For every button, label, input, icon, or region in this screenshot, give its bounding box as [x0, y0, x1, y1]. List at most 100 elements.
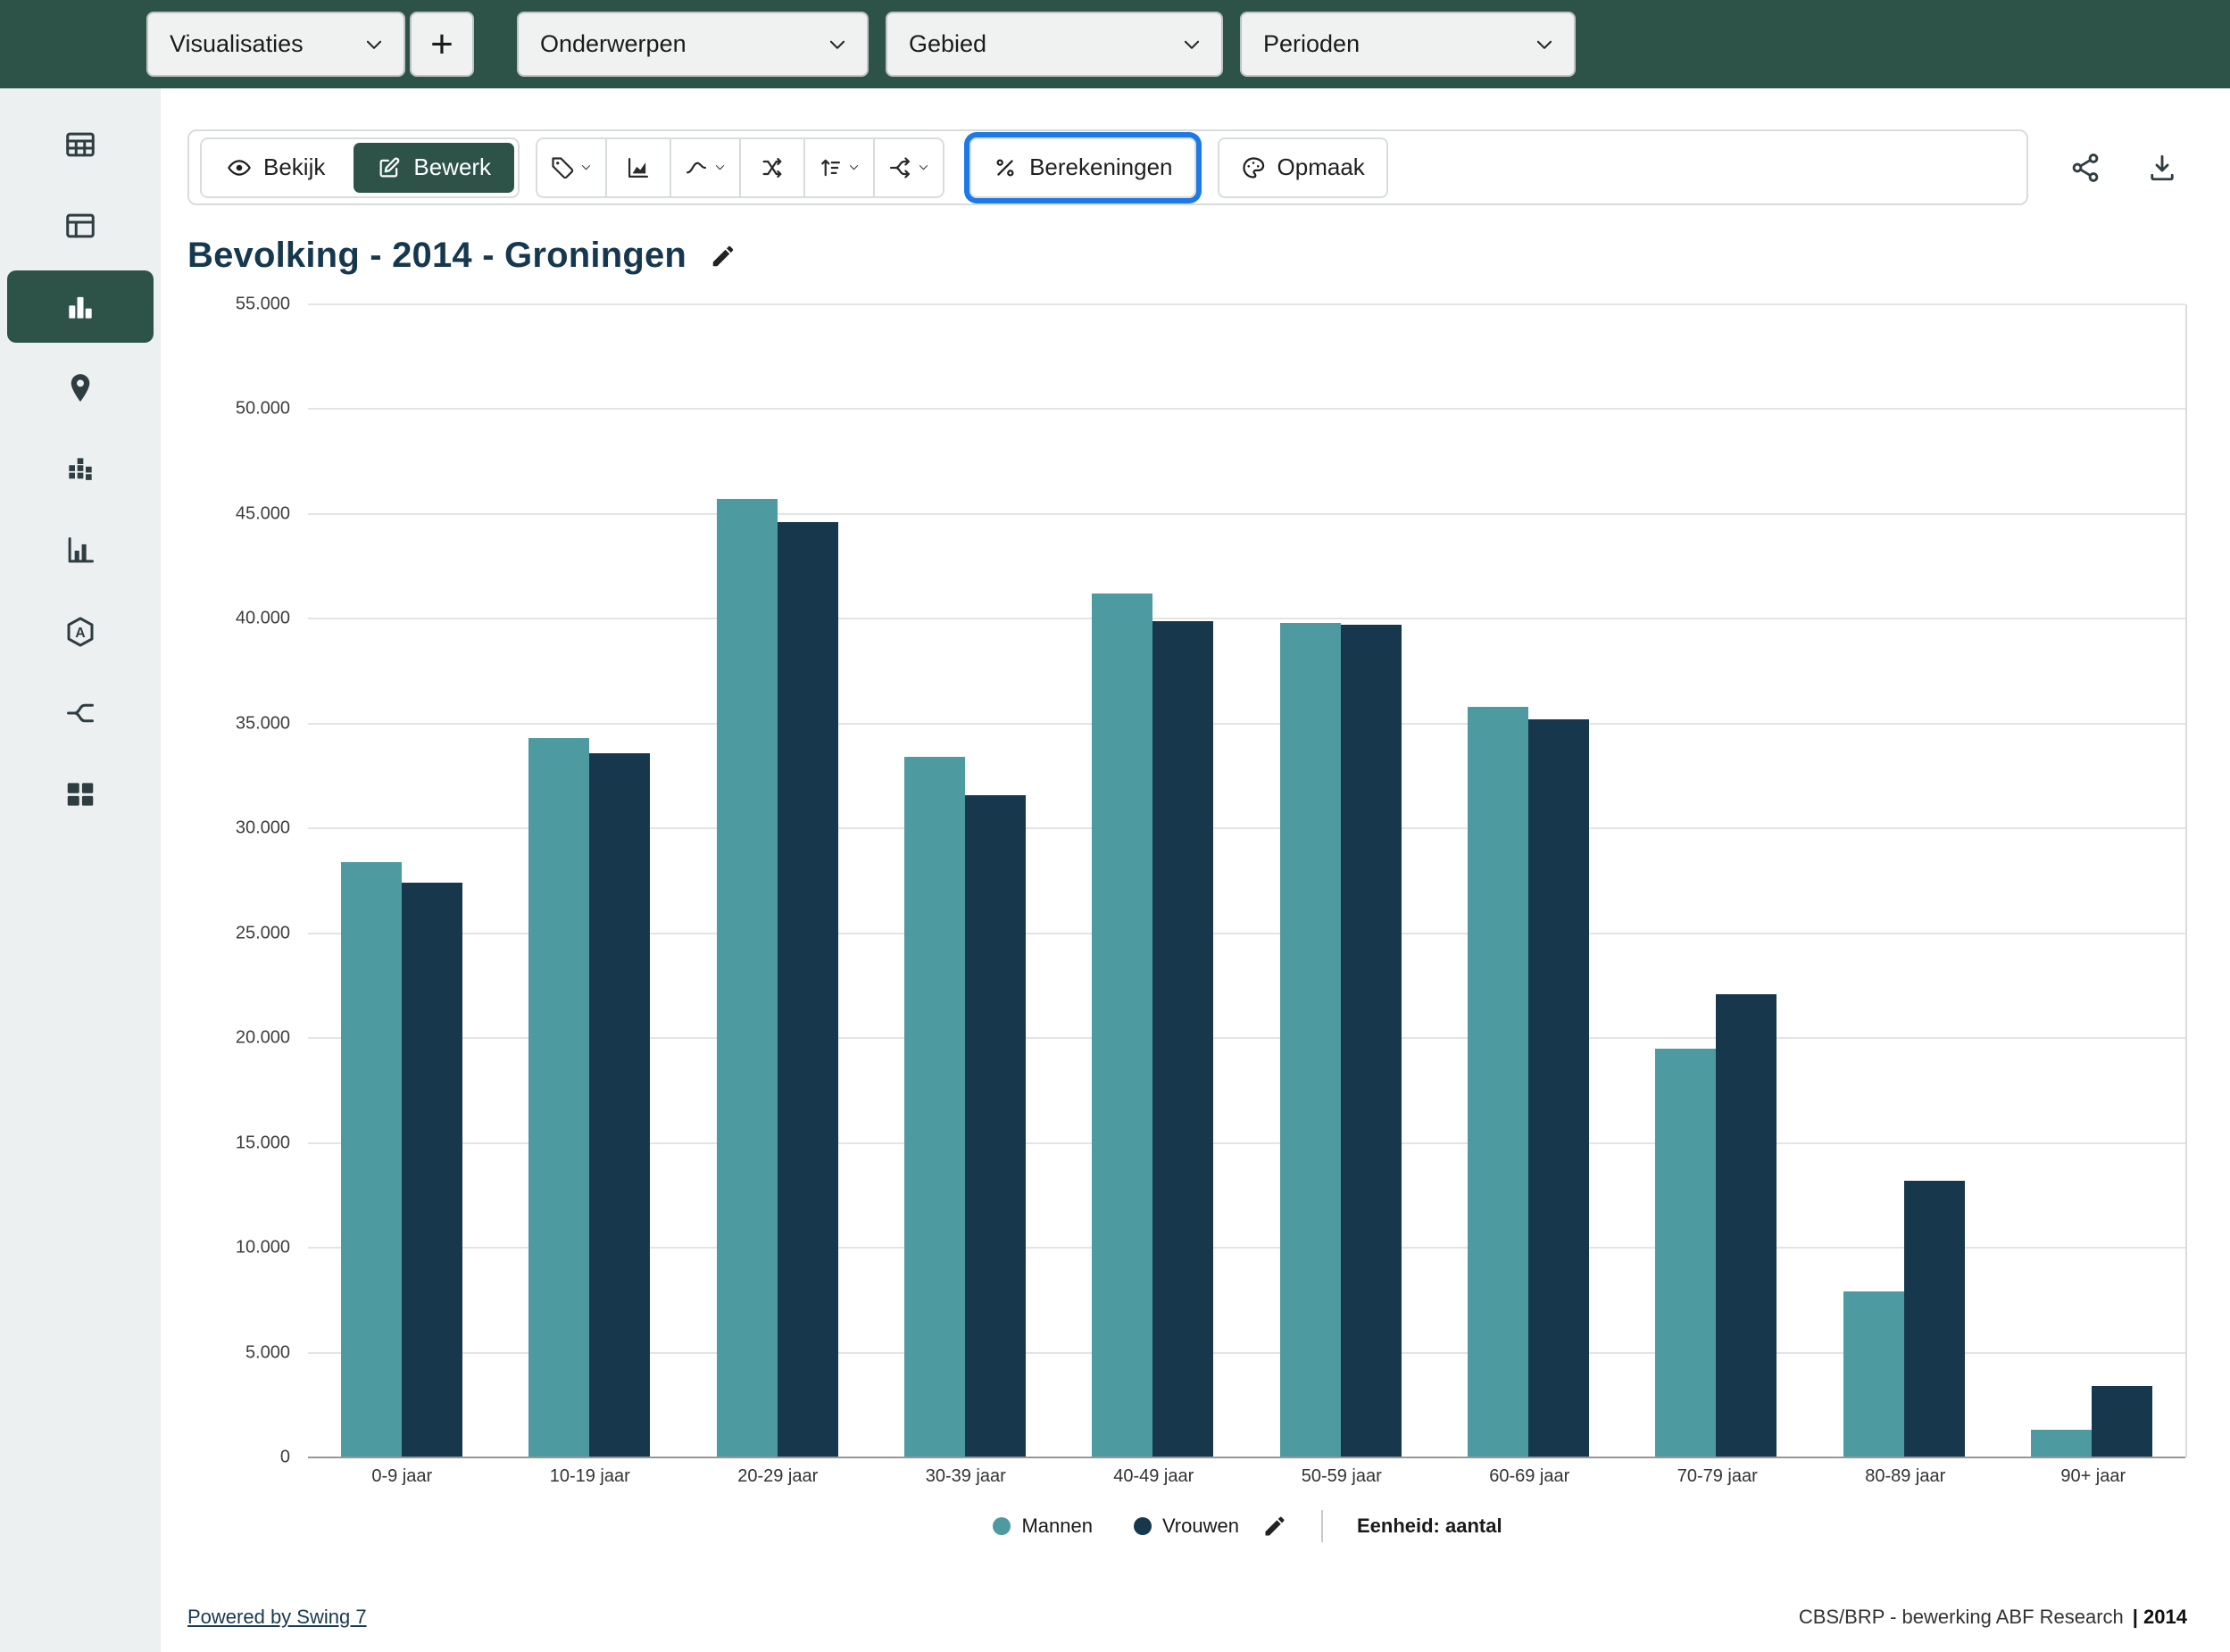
onderwerpen-dropdown[interactable]: Onderwerpen [517, 12, 869, 77]
bar-mannen-40-49-jaar[interactable] [1092, 594, 1153, 1457]
sidebar: A [0, 88, 161, 1652]
gebied-dropdown-label: Gebied [909, 30, 987, 57]
bar-vrouwen-0-9-jaar[interactable] [402, 883, 463, 1457]
chevron-down-icon [1533, 33, 1556, 56]
tag-button[interactable] [537, 138, 606, 196]
sidebar-item-flow[interactable] [7, 677, 154, 749]
bar-vrouwen-50-59-jaar[interactable] [1340, 625, 1402, 1457]
edit-button[interactable]: Bewerk [354, 142, 515, 193]
axis-chart-icon [63, 534, 97, 568]
y-tick-label: 0 [279, 1447, 290, 1467]
legend: Mannen Vrouwen Eenheid: aantal [308, 1510, 2187, 1542]
title-row: Bevolking - 2014 - Groningen [187, 236, 2187, 276]
bar-vrouwen-70-79-jaar[interactable] [1716, 993, 1777, 1457]
map-pin-icon [63, 371, 97, 405]
y-tick-label: 35.000 [235, 713, 290, 734]
x-axis-label: 0-9 jaar [371, 1466, 433, 1486]
x-axis-label: 30-39 jaar [925, 1466, 1006, 1486]
bar-group-30-39-jaar [871, 304, 1059, 1457]
add-visualization-button[interactable]: + [410, 12, 474, 77]
bar-vrouwen-80-89-jaar[interactable] [1903, 1180, 1965, 1457]
sort-button[interactable] [803, 138, 874, 196]
bar-vrouwen-90+-jaar[interactable] [2091, 1386, 2152, 1457]
sidebar-item-block-chart[interactable] [7, 433, 154, 505]
edit-title-icon[interactable] [710, 243, 736, 270]
unit-label: Eenheid: aantal [1356, 1515, 1502, 1537]
plot-area: 0 5.000 10.000 15.000 20.000 25.000 30.000 35.0… [236, 295, 2187, 1467]
legend-divider [1320, 1510, 1323, 1542]
gebied-dropdown[interactable]: Gebied [886, 12, 1223, 77]
x-axis-label: 50-59 jaar [1301, 1466, 1382, 1486]
bars-layer [308, 304, 2185, 1457]
swap-button[interactable] [739, 138, 804, 196]
x-axis-label: 20-29 jaar [737, 1466, 819, 1486]
bar-vrouwen-40-49-jaar[interactable] [1152, 620, 1214, 1457]
download-button[interactable] [2146, 152, 2178, 184]
bar-group-90+-jaar [1998, 304, 2185, 1457]
bar-vrouwen-30-39-jaar[interactable] [965, 794, 1027, 1457]
view-button[interactable]: Bekijk [202, 138, 351, 196]
tag-icon [550, 155, 575, 180]
sidebar-item-hexagon-marker[interactable]: A [7, 595, 154, 668]
bar-mannen-80-89-jaar[interactable] [1843, 1291, 1904, 1457]
bar-group-40-49-jaar [1059, 304, 1246, 1457]
bar-mannen-10-19-jaar[interactable] [528, 738, 590, 1457]
bar-vrouwen-10-19-jaar[interactable] [589, 752, 651, 1457]
area-chart-icon [626, 155, 651, 180]
legend-item-vrouwen[interactable]: Vrouwen [1133, 1515, 1239, 1538]
chevron-down-icon [1180, 33, 1203, 56]
y-tick-label: 25.000 [235, 923, 290, 943]
sidebar-item-map-pin[interactable] [7, 352, 154, 424]
bar-mannen-0-9-jaar[interactable] [341, 861, 403, 1457]
body: A Bekijk Bewerk Berekeningen Opmaak Bevo… [0, 88, 2230, 1652]
split-button[interactable] [873, 138, 944, 196]
chart-options-group [536, 137, 945, 198]
share-button[interactable] [2069, 152, 2101, 184]
bar-mannen-90+-jaar[interactable] [2030, 1430, 2092, 1457]
chart: 0 5.000 10.000 15.000 20.000 25.000 30.000 35.0… [187, 295, 2187, 1487]
add-visualization-label: + [430, 21, 453, 66]
calculations-button[interactable]: Berekeningen [969, 137, 1196, 198]
format-button[interactable]: Opmaak [1217, 137, 1388, 198]
y-tick-label: 45.000 [235, 503, 290, 524]
line-style-button[interactable] [670, 138, 740, 196]
svg-text:A: A [75, 626, 86, 641]
bar-mannen-30-39-jaar[interactable] [904, 757, 966, 1457]
legend-label: Mannen [1021, 1515, 1093, 1537]
flow-icon [63, 696, 97, 730]
topbar: Visualisaties + Onderwerpen Gebied Perio… [0, 0, 2230, 88]
bar-mannen-60-69-jaar[interactable] [1467, 707, 1528, 1457]
powered-by-link[interactable]: Powered by Swing 7 [187, 1606, 367, 1629]
bar-mannen-50-59-jaar[interactable] [1279, 623, 1341, 1457]
bar-vrouwen-60-69-jaar[interactable] [1527, 719, 1589, 1457]
y-tick-label: 55.000 [235, 294, 290, 314]
edit-legend-icon[interactable] [1262, 1514, 1287, 1539]
x-axis-label: 40-49 jaar [1113, 1466, 1194, 1486]
eye-icon [227, 155, 252, 180]
area-chart-button[interactable] [605, 138, 670, 196]
chevron-down-icon [826, 33, 849, 56]
sidebar-item-table[interactable] [7, 108, 154, 180]
perioden-dropdown-label: Perioden [1263, 30, 1360, 57]
bar-mannen-70-79-jaar[interactable] [1655, 1048, 1717, 1457]
view-edit-toggle: Bekijk Bewerk [200, 137, 520, 198]
block-chart-icon [63, 452, 97, 486]
sidebar-item-axis-chart[interactable] [7, 514, 154, 586]
sidebar-item-dashboard[interactable] [7, 758, 154, 830]
format-button-label: Opmaak [1277, 154, 1365, 180]
bar-group-70-79-jaar [1622, 304, 1810, 1457]
dashboard-icon [63, 777, 97, 811]
sidebar-item-bar-chart[interactable] [7, 270, 154, 343]
bar-mannen-20-29-jaar[interactable] [716, 499, 778, 1457]
y-tick-label: 10.000 [235, 1237, 290, 1258]
legend-item-mannen[interactable]: Mannen [993, 1515, 1093, 1538]
x-axis-label: 60-69 jaar [1489, 1466, 1570, 1486]
perioden-dropdown[interactable]: Perioden [1240, 12, 1576, 77]
visualisaties-dropdown[interactable]: Visualisaties [146, 12, 405, 77]
bar-vrouwen-20-29-jaar[interactable] [777, 522, 838, 1457]
chevron-down-icon [917, 161, 930, 174]
line-style-icon [684, 155, 709, 180]
y-tick-label: 40.000 [235, 608, 290, 628]
calculations-icon [993, 155, 1018, 180]
sidebar-item-pivot-table[interactable] [7, 189, 154, 261]
